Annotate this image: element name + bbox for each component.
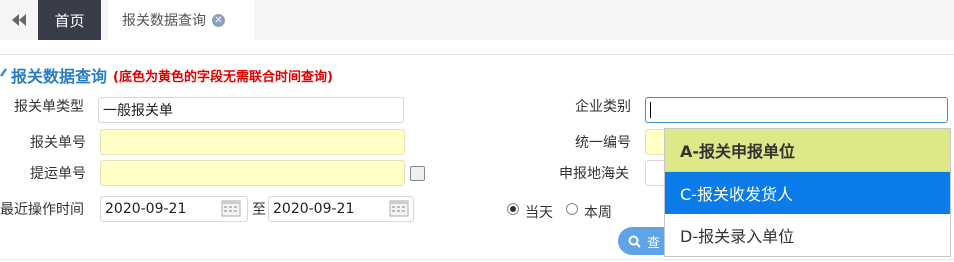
calendar-icon[interactable] [221,199,241,217]
enterprise-category-dropdown: A-报关申报单位 C-报关收发货人 D-报关录入单位 [664,128,951,257]
date-to-value: 2020-09-21 [273,201,355,217]
radio-week-label: 本周 [584,205,612,221]
double-chevron-left-icon [12,14,26,26]
tab-home[interactable]: 首页 [38,0,101,40]
dropdown-option-d[interactable]: D-报关录入单位 [665,214,950,256]
customs-label: 申报地海关 [559,166,629,182]
title-marker-icon [0,67,10,83]
radio-today-label: 当天 [525,205,553,221]
search-icon [628,235,641,248]
text-caret [650,102,651,118]
tab-scroll-left-button[interactable] [0,0,38,40]
declaration-no-input[interactable] [100,129,405,155]
radio-week[interactable] [566,203,578,215]
calendar-icon[interactable] [389,199,409,217]
close-icon[interactable]: ✕ [212,13,225,27]
tab-home-label: 首页 [54,11,85,30]
enterprise-category-input[interactable] [645,97,948,123]
declaration-no-label: 报关单号 [30,135,86,151]
bill-no-input[interactable] [100,160,405,186]
bill-no-checkbox[interactable] [410,166,425,181]
dropdown-option-a[interactable]: A-报关申报单位 [665,129,950,172]
page-title-row: 报关数据查询 (底色为黄色的字段无需联合时间查询) [0,63,333,87]
declaration-type-label: 报关单类型 [14,99,84,115]
dropdown-option-label: A-报关申报单位 [680,142,796,161]
declaration-type-value: 一般报关单 [103,103,173,119]
query-button-label: 查 [647,235,661,251]
page-title: 报关数据查询 [11,67,108,86]
page-title-note: (底色为黄色的字段无需联合时间查询) [113,69,333,85]
dropdown-option-label: D-报关录入单位 [680,227,795,246]
last-op-time-label: 最近操作时间 [0,202,84,218]
dropdown-option-label: C-报关收发货人 [680,185,793,204]
divider [0,54,954,55]
tab-bar: 首页 报关数据查询 ✕ [0,0,954,40]
radio-today[interactable] [507,203,519,215]
unified-no-label: 统一编号 [575,135,631,151]
date-from-value: 2020-09-21 [105,201,187,217]
enterprise-category-label: 企业类别 [575,99,631,115]
bill-no-label: 提运单号 [30,166,86,182]
dropdown-option-c[interactable]: C-报关收发货人 [665,172,950,214]
tab-customs-query-label: 报关数据查询 [122,13,206,29]
tab-customs-query[interactable]: 报关数据查询 ✕ [108,0,254,40]
declaration-type-select[interactable]: 一般报关单 [98,97,404,123]
divider [0,259,954,260]
date-to-label: 至 [252,202,266,218]
